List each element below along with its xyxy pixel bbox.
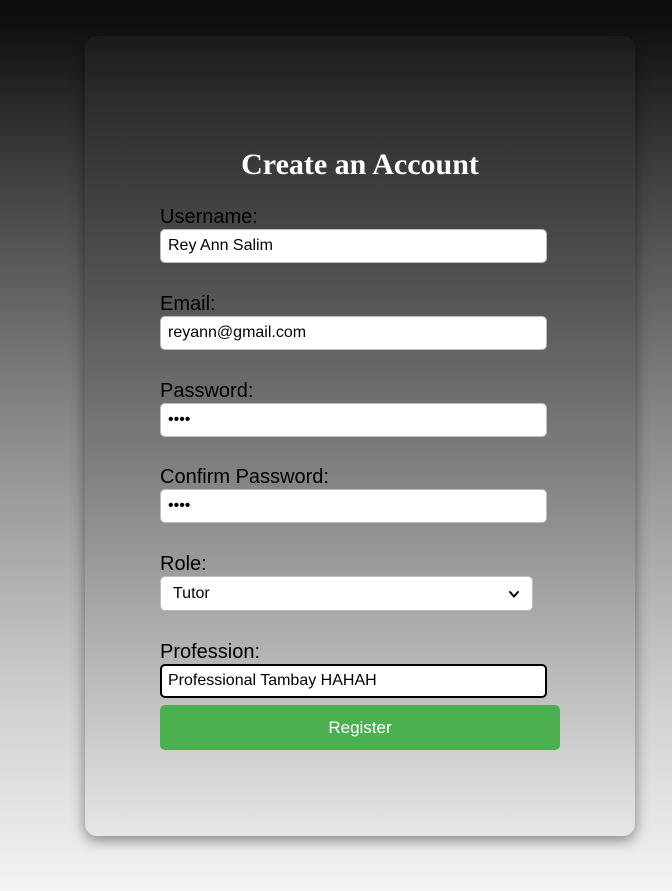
role-label: Role: <box>160 553 207 575</box>
confirm-password-input[interactable] <box>160 489 547 523</box>
username-input[interactable] <box>160 229 547 263</box>
registration-card: Create an Account Username: Email: Passw… <box>85 36 635 836</box>
role-selected-value: Tutor <box>173 584 210 602</box>
chevron-down-icon <box>509 590 519 597</box>
role-select[interactable]: Tutor <box>160 576 533 611</box>
username-label: Username: <box>160 206 258 228</box>
password-label: Password: <box>160 380 254 402</box>
profession-input[interactable] <box>160 664 547 698</box>
register-button[interactable]: Register <box>160 705 560 750</box>
profession-label: Profession: <box>160 641 261 663</box>
email-label: Email: <box>160 293 216 315</box>
password-input[interactable] <box>160 403 547 437</box>
page-title: Create an Account <box>241 148 479 181</box>
confirm-password-label: Confirm Password: <box>160 466 329 488</box>
email-input[interactable] <box>160 316 547 350</box>
